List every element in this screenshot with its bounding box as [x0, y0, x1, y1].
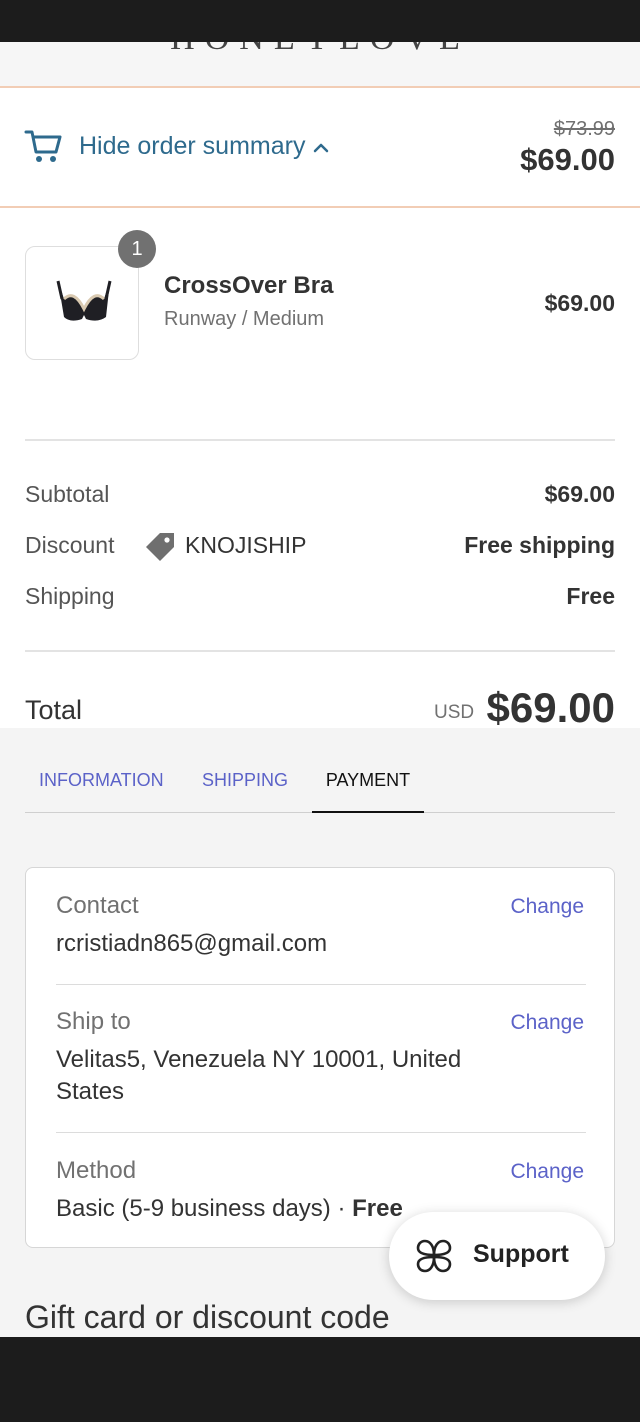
- total-label: Total: [25, 695, 83, 725]
- tab-payment[interactable]: PAYMENT: [312, 762, 424, 813]
- review-card: Contact Change rcristiadn865@gmail.com S…: [25, 867, 615, 1248]
- totals-divider: [25, 650, 615, 652]
- system-nav-bar: [0, 1337, 640, 1422]
- card-divider: [56, 984, 586, 985]
- discount-value: Free shipping: [464, 532, 615, 558]
- order-summary: 1 CrossOver Bra Runway / Medium $69.00 S…: [0, 208, 640, 731]
- card-divider: [56, 1132, 586, 1133]
- tag-icon: [146, 533, 174, 561]
- tab-shipping[interactable]: SHIPPING: [202, 762, 288, 813]
- contact-value: rcristiadn865@gmail.com: [56, 930, 328, 957]
- total-value: $69.00: [486, 684, 615, 731]
- change-ship-to-link[interactable]: Change: [510, 1011, 584, 1035]
- product-price: $69.00: [544, 290, 615, 316]
- gift-card-title: Gift card or discount code: [25, 1299, 390, 1335]
- brand-logo[interactable]: HONEYLOVE: [0, 42, 640, 58]
- support-icon: [416, 1239, 452, 1273]
- change-contact-link[interactable]: Change: [510, 895, 584, 919]
- cart-icon: [24, 130, 62, 162]
- product-thumbnail: [25, 246, 139, 360]
- order-summary-toggle-label[interactable]: Hide order summary: [79, 132, 305, 161]
- subtotal-label: Subtotal: [25, 481, 110, 507]
- status-bar: [0, 0, 640, 42]
- method-label: Method: [56, 1157, 137, 1184]
- ship-to-value: Velitas5, Venezuela NY 10001, United Sta…: [56, 1046, 462, 1105]
- checkout-steps: INFORMATION SHIPPING PAYMENT: [25, 762, 615, 813]
- contact-label: Contact: [56, 892, 139, 919]
- product-variant: Runway / Medium: [164, 308, 325, 330]
- brand-header: HONEYLOVE: [0, 42, 640, 86]
- shipping-value: Free: [566, 583, 615, 609]
- discount-code: KNOJISHIP: [185, 532, 307, 558]
- chevron-up-icon: [313, 143, 329, 153]
- product-name: CrossOver Bra: [164, 272, 334, 299]
- method-description: Basic (5-9 business days) ·: [56, 1195, 353, 1222]
- ship-to-label: Ship to: [56, 1008, 131, 1035]
- total-currency: USD: [434, 702, 475, 723]
- checkout-page: HONEYLOVE Hide order summary $73.99 $69.…: [0, 42, 640, 1337]
- summary-price: $69.00: [520, 142, 615, 177]
- support-label[interactable]: Support: [473, 1240, 569, 1269]
- subtotal-value: $69.00: [544, 481, 615, 507]
- shipping-label: Shipping: [25, 583, 115, 609]
- order-summary-toggle[interactable]: Hide order summary $73.99 $69.00: [0, 86, 640, 208]
- bra-product-image: [56, 280, 112, 321]
- compare-at-price: $73.99: [553, 118, 615, 140]
- quantity-badge: 1: [118, 230, 156, 268]
- support-button[interactable]: Support: [389, 1212, 605, 1300]
- change-method-link[interactable]: Change: [510, 1160, 584, 1184]
- summary-divider: [25, 439, 615, 441]
- tab-information[interactable]: INFORMATION: [39, 762, 164, 813]
- discount-label: Discount: [25, 532, 115, 558]
- method-price: Free: [352, 1195, 403, 1222]
